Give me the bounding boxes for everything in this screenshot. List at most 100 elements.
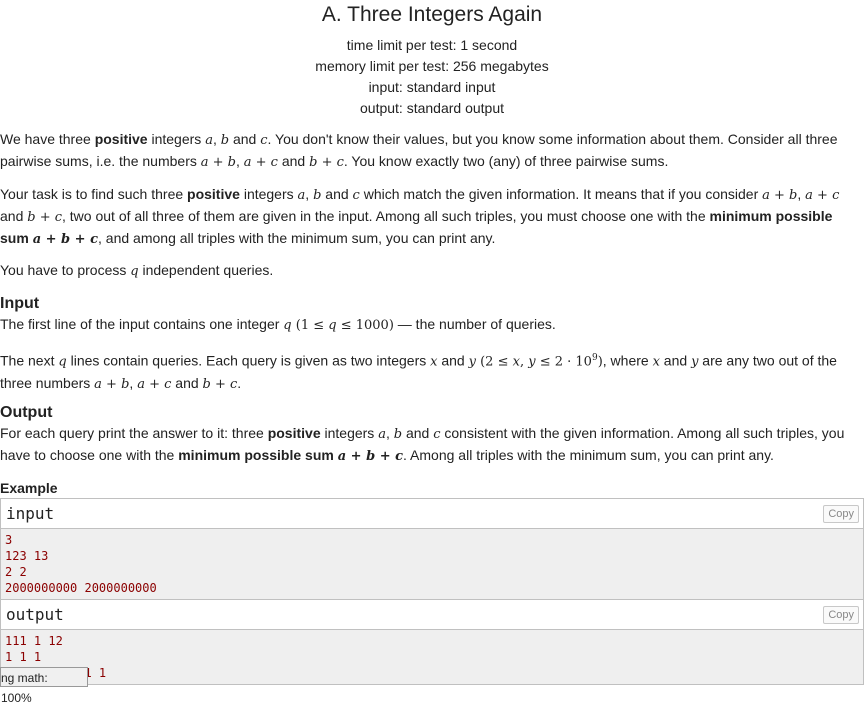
math: (1 ≤ [291, 318, 329, 333]
text: . [237, 374, 242, 391]
text: , [797, 186, 806, 202]
text: , [385, 425, 394, 441]
math: b [393, 427, 403, 442]
math: a + b + c [32, 232, 99, 247]
math-render-status: ng math: 100% [0, 667, 88, 705]
math: q [283, 318, 292, 333]
example-title: Example [0, 480, 58, 496]
emphasis: positive [187, 186, 240, 202]
problem-limits: time limit per test: 1 second memory lim… [0, 35, 864, 119]
text: , and among all triples with the minimum… [98, 230, 496, 246]
text: independent queries. [138, 262, 274, 278]
example-input-label: input [6, 504, 55, 523]
text: and [321, 186, 353, 202]
example-output-body: 111 1 12 1 1 1 1999999999 1 1 [1, 630, 863, 684]
math: a + b [94, 376, 130, 392]
input-paragraph-2: The next q lines contain queries. Each q… [0, 348, 864, 392]
math: a + b [200, 155, 236, 170]
math: ≤ 1000) [336, 318, 394, 333]
text: Your task is to find such three [0, 186, 188, 202]
text: For each query print the answer to it: t… [0, 425, 268, 441]
text: and [437, 352, 469, 369]
output-line: 1999999999 1 1 [5, 666, 107, 680]
example-input-body: 3 123 13 2 2 2000000000 2000000000 [1, 529, 863, 599]
input-section-title: Input [0, 295, 40, 312]
legend-paragraph-3: You have to process q independent querie… [0, 260, 864, 281]
math: b [220, 133, 230, 148]
input-line: 2 2 [5, 565, 27, 579]
math: b + c [202, 376, 238, 392]
input-paragraph-1: The first line of the input contains one… [0, 314, 864, 335]
legend-paragraph-2: Your task is to find such three positive… [0, 184, 864, 247]
math: b + c [309, 155, 344, 170]
math: a + b + c [337, 449, 404, 464]
text: which match the given information. It me… [359, 186, 763, 202]
text: and [171, 374, 203, 391]
emphasis: positive [94, 131, 148, 147]
text: The next [0, 352, 59, 369]
text: , [235, 153, 244, 169]
math: x [512, 354, 520, 370]
problem-header: A. Three Integers Again time limit per t… [0, 0, 864, 119]
output-line: 1 1 1 [5, 650, 42, 664]
math: a [378, 427, 386, 442]
text: — the number of queries. [393, 316, 556, 332]
math: q [58, 354, 67, 370]
emphasis: positive [267, 425, 321, 441]
input-line: 2000000000 2000000000 [5, 581, 157, 595]
math: a + c [243, 155, 278, 170]
text: and [0, 208, 28, 224]
text: and [659, 352, 692, 369]
example-input-box: input Copy 3 123 13 2 2 2000000000 20000… [0, 498, 864, 600]
input-line: 3 [5, 533, 13, 547]
math: , [519, 354, 529, 370]
text: integers [147, 131, 206, 147]
math: a + b [762, 188, 798, 203]
math: (2 ≤ [475, 354, 513, 370]
text: The first line of the input contains one… [0, 316, 284, 332]
text: , two out of all three of them are given… [62, 208, 710, 224]
math: ≤ 2 · 10 [535, 354, 592, 370]
text: , where [602, 352, 653, 369]
copy-input-button[interactable]: Copy [823, 505, 859, 523]
text: integers [320, 425, 379, 441]
text: , [305, 186, 314, 202]
example-output-header: output Copy [1, 600, 863, 630]
text: and [229, 131, 261, 147]
math: q [130, 264, 139, 279]
output-spec: output: standard output [360, 100, 504, 116]
example-output-label: output [6, 605, 64, 624]
copy-output-button[interactable]: Copy [823, 606, 859, 624]
math: c [433, 427, 441, 442]
text: , [212, 131, 221, 147]
math: y [528, 354, 536, 370]
math: x [652, 354, 660, 370]
text: We have three [0, 131, 95, 147]
memory-limit: memory limit per test: 256 megabytes [315, 58, 549, 74]
text: You have to process [0, 262, 131, 278]
math: a + c [137, 376, 172, 392]
output-section-title: Output [0, 404, 53, 421]
problem-title: A. Three Integers Again [321, 3, 543, 26]
output-paragraph-1: For each query print the answer to it: t… [0, 423, 864, 465]
text: . You know exactly two (any) of three pa… [343, 153, 669, 169]
text: . Among all triples with the minimum sum… [403, 447, 774, 463]
math: a + c [805, 188, 840, 203]
math: a [205, 133, 213, 148]
text: and [277, 153, 310, 169]
input-spec: input: standard input [368, 79, 496, 95]
math: b + c [27, 210, 63, 225]
emphasis: minimum possible sum [178, 447, 334, 463]
math: q [328, 318, 337, 333]
legend-paragraph-1: We have three positive integers a, b and… [0, 129, 864, 171]
time-limit: time limit per test: 1 second [346, 37, 518, 53]
output-line: 111 1 12 [5, 634, 63, 648]
example-output-box: output Copy 111 1 12 1 1 1 1999999999 1 … [0, 600, 864, 685]
text: integers [239, 186, 298, 202]
text: and [402, 425, 434, 441]
math: y [468, 354, 476, 370]
input-line: 123 13 [5, 549, 49, 563]
text: lines contain queries. Each query is giv… [66, 352, 431, 369]
math: c [352, 188, 360, 203]
example-input-header: input Copy [1, 499, 863, 529]
